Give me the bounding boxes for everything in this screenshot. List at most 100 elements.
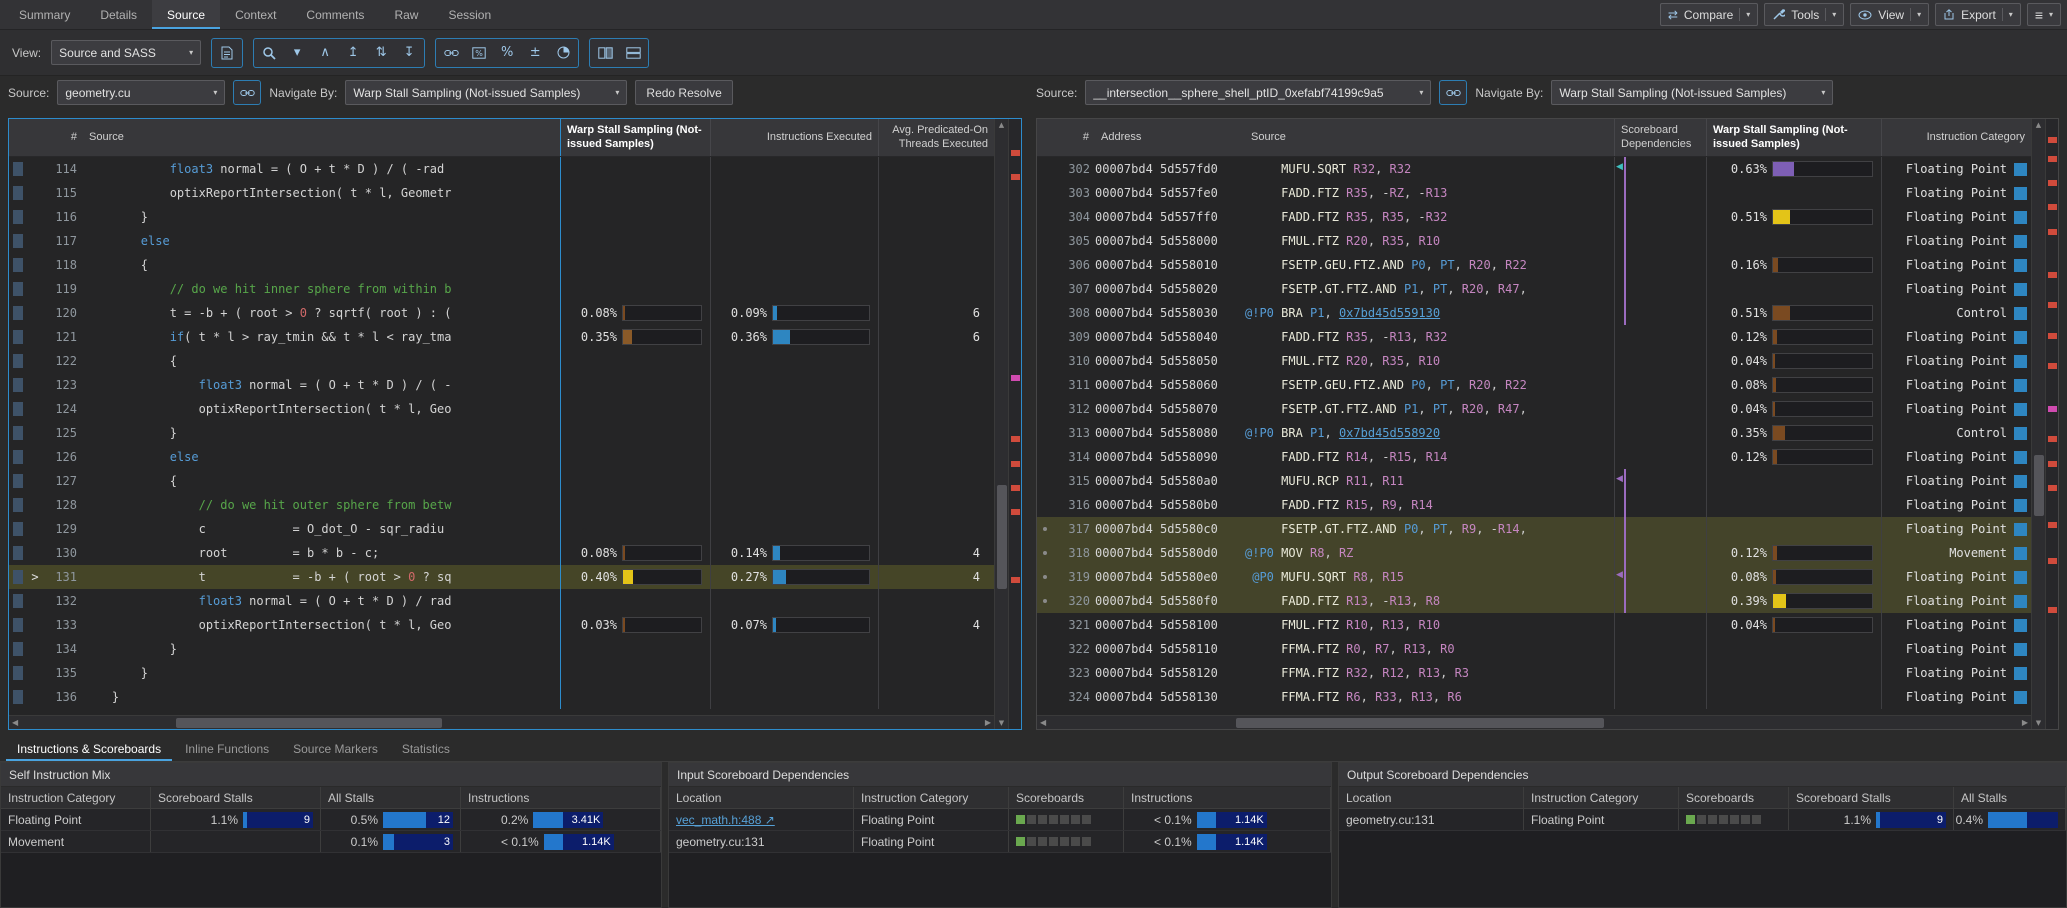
bottom-tab-statistics[interactable]: Statistics — [391, 736, 461, 761]
tab-context[interactable]: Context — [220, 0, 291, 29]
sass-row[interactable]: 32100007bd4 5d558100 FMUL.FTZ R10, R13, … — [1037, 613, 2031, 637]
percent-mode-icon[interactable]: % — [494, 41, 520, 65]
column-header[interactable]: Scoreboards — [1009, 787, 1124, 808]
scroll-down-icon[interactable]: ▼ — [995, 719, 1008, 727]
hscroll-thumb[interactable] — [1236, 718, 1604, 728]
sass-row[interactable]: 31000007bd4 5d558050 FMUL.FTZ R20, R35, … — [1037, 349, 2031, 373]
sass-row[interactable]: 31600007bd4 5d5580b0 FADD.FTZ R15, R9, R… — [1037, 493, 2031, 517]
source-row[interactable]: 136 } — [9, 685, 994, 709]
sass-row[interactable]: 30200007bd4 5d557fd0 MUFU.SQRT R32, R32◀… — [1037, 157, 2031, 181]
column-header[interactable]: Location — [1339, 787, 1524, 808]
sass-row[interactable]: 30300007bd4 5d557fe0 FADD.FTZ R35, -RZ, … — [1037, 181, 2031, 205]
sass-row[interactable]: 31800007bd4 5d5580d0@!P0 MOV R8, RZ0.12%… — [1037, 541, 2031, 565]
right-navigate-combo[interactable]: Warp Stall Sampling (Not-issued Samples)… — [1551, 80, 1833, 105]
column-header[interactable]: Scoreboard Stalls — [1789, 787, 1954, 808]
col-header-address[interactable]: Address — [1095, 119, 1245, 156]
sass-row[interactable]: 31700007bd4 5d5580c0 FSETP.GT.FTZ.AND P0… — [1037, 517, 2031, 541]
col-header-num[interactable]: # — [1037, 119, 1095, 156]
sass-hscrollbar[interactable]: ◀ ▶ — [1037, 715, 2031, 729]
sass-row[interactable]: 31900007bd4 5d5580e0 @P0 MUFU.SQRT R8, R… — [1037, 565, 2031, 589]
export-button[interactable]: Export ▾ — [1935, 3, 2021, 26]
source-row[interactable]: 130 root = b * b - c;0.08%0.14%4 — [9, 541, 994, 565]
sass-row[interactable]: 31100007bd4 5d558060 FSETP.GEU.FTZ.AND P… — [1037, 373, 2031, 397]
column-header[interactable]: Instructions — [461, 787, 661, 808]
source-row[interactable]: 117 else — [9, 229, 994, 253]
left-navigate-combo[interactable]: Warp Stall Sampling (Not-issued Samples)… — [345, 80, 627, 105]
source-row[interactable]: 120 t = -b + ( root > 0 ? sqrtf( root ) … — [9, 301, 994, 325]
source-row[interactable]: 132 float3 normal = ( O + t * D ) / rad — [9, 589, 994, 613]
table-row[interactable]: geometry.cu:131Floating Point< 0.1%1.14K — [669, 831, 1331, 853]
tab-comments[interactable]: Comments — [291, 0, 379, 29]
tab-session[interactable]: Session — [433, 0, 506, 29]
search-options-caret-icon[interactable]: ▾ — [284, 41, 310, 65]
source-row[interactable]: 119 // do we hit inner sphere from withi… — [9, 277, 994, 301]
left-source-combo[interactable]: geometry.cu ▾ — [57, 80, 225, 105]
sass-row[interactable]: 32200007bd4 5d558110 FFMA.FTZ R0, R7, R1… — [1037, 637, 2031, 661]
source-vscrollbar[interactable]: ▲ ▼ — [994, 119, 1008, 729]
sass-row[interactable]: 32000007bd4 5d5580f0 FADD.FTZ R13, -R13,… — [1037, 589, 2031, 613]
branch-target-link[interactable]: 0x7bd45d558920 — [1339, 426, 1440, 440]
column-header[interactable]: Instructions — [1124, 787, 1331, 808]
chevron-down-icon[interactable]: ▾ — [1746, 10, 1750, 19]
col-header-sass-source[interactable]: Source — [1245, 119, 1614, 156]
sass-vscrollbar[interactable]: ▲ ▼ — [2031, 119, 2045, 729]
chevron-down-icon[interactable]: ▾ — [2009, 10, 2013, 19]
column-header[interactable]: Location — [669, 787, 854, 808]
col-header-threads[interactable]: Avg. Predicated-On Threads Executed — [878, 119, 994, 156]
stacked-layout-icon[interactable] — [620, 41, 646, 65]
source-row[interactable]: 122 { — [9, 349, 994, 373]
tab-details[interactable]: Details — [85, 0, 152, 29]
col-header-line[interactable]: # — [9, 119, 83, 156]
tab-raw[interactable]: Raw — [379, 0, 433, 29]
link-panes-icon[interactable] — [233, 80, 261, 105]
view-button[interactable]: View ▾ — [1850, 3, 1929, 26]
source-row[interactable]: 123 float3 normal = ( O + t * D ) / ( - — [9, 373, 994, 397]
sass-row[interactable]: 30400007bd4 5d557ff0 FADD.FTZ R35, R35, … — [1037, 205, 2031, 229]
branch-target-link[interactable]: 0x7bd45d559130 — [1339, 306, 1440, 320]
scroll-right-icon[interactable]: ▶ — [2022, 718, 2028, 727]
source-heatmap-strip[interactable] — [1008, 119, 1021, 729]
sass-row[interactable]: 30800007bd4 5d558030@!P0 BRA P1, 0x7bd45… — [1037, 301, 2031, 325]
right-source-combo[interactable]: __intersection__sphere_shell_ptID_0xefab… — [1085, 80, 1431, 105]
table-row[interactable]: Floating Point1.1%90.5%120.2%3.41K — [1, 809, 661, 831]
col-header-scoreboard-deps[interactable]: Scoreboard Dependencies — [1614, 119, 1706, 156]
source-hscrollbar[interactable]: ◀ ▶ — [9, 715, 994, 729]
tab-source[interactable]: Source — [152, 0, 220, 29]
col-header-instructions[interactable]: Instructions Executed — [710, 119, 878, 156]
column-header[interactable]: Instruction Category — [854, 787, 1009, 808]
table-row[interactable]: vec_math.h:488 ↗Floating Point< 0.1%1.14… — [669, 809, 1331, 831]
sass-row[interactable]: 31200007bd4 5d558070 FSETP.GT.FTZ.AND P1… — [1037, 397, 2031, 421]
column-header[interactable]: All Stalls — [321, 787, 461, 808]
plus-minus-icon[interactable]: ± — [522, 41, 548, 65]
vscroll-thumb[interactable] — [997, 485, 1007, 589]
scroll-down-icon[interactable]: ▼ — [2032, 719, 2045, 727]
tools-button[interactable]: Tools ▾ — [1764, 3, 1844, 26]
source-row[interactable]: 125 } — [9, 421, 994, 445]
resolve-link-icon[interactable] — [438, 41, 464, 65]
source-row[interactable]: 116 } — [9, 205, 994, 229]
sass-row[interactable]: 31500007bd4 5d5580a0 MUFU.RCP R11, R11◀F… — [1037, 469, 2031, 493]
sass-row[interactable]: 32400007bd4 5d558130 FFMA.FTZ R6, R33, R… — [1037, 685, 2031, 709]
open-source-file-icon[interactable] — [214, 41, 240, 65]
source-row[interactable]: 115 optixReportIntersection( t * l, Geom… — [9, 181, 994, 205]
col-header-source[interactable]: Source — [83, 119, 560, 156]
location-link[interactable]: vec_math.h:488 ↗ — [676, 813, 775, 827]
chevron-down-icon[interactable]: ▾ — [1832, 10, 1836, 19]
column-header[interactable]: All Stalls — [1954, 787, 2066, 808]
compare-button[interactable]: ⇄ Compare ▾ — [1660, 3, 1758, 26]
prev-hotspot-icon[interactable]: ↥ — [340, 41, 366, 65]
table-row[interactable]: geometry.cu:131Floating Point1.1%90.4% — [1339, 809, 2066, 831]
source-row[interactable]: 133 optixReportIntersection( t * l, Geo0… — [9, 613, 994, 637]
scroll-left-icon[interactable]: ◀ — [1040, 718, 1046, 727]
sass-row[interactable]: 30500007bd4 5d558000 FMUL.FTZ R20, R35, … — [1037, 229, 2031, 253]
find-previous-icon[interactable]: ∧ — [312, 41, 338, 65]
link-panes-icon[interactable] — [1439, 80, 1467, 105]
source-row[interactable]: 134 } — [9, 637, 994, 661]
table-row[interactable]: Movement0.1%3< 0.1%1.14K — [1, 831, 661, 853]
chevron-down-icon[interactable]: ▾ — [1917, 10, 1921, 19]
column-header[interactable]: Scoreboard Stalls — [151, 787, 321, 808]
show-percentage-icon[interactable]: % — [466, 41, 492, 65]
menu-button[interactable]: ≡ ▾ — [2027, 3, 2061, 26]
source-row[interactable]: >131 t = -b + ( root > 0 ? sq0.40%0.27%4 — [9, 565, 994, 589]
hscroll-thumb[interactable] — [176, 718, 442, 728]
